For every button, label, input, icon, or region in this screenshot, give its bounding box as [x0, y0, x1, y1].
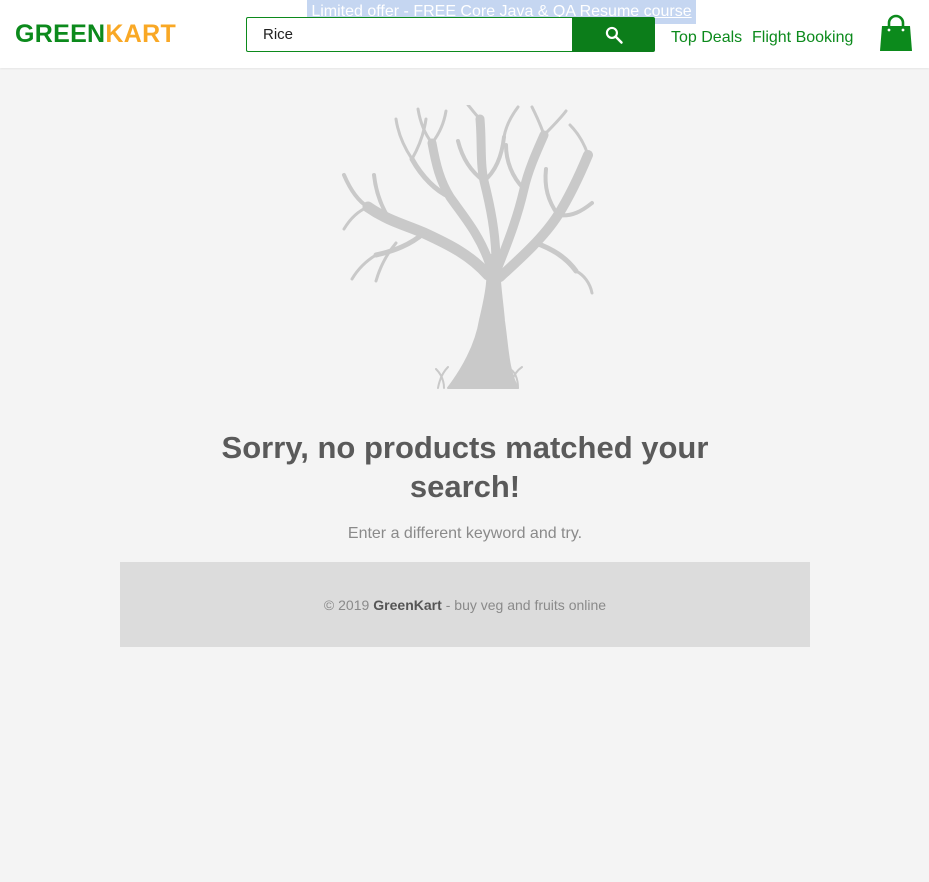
no-results-title: Sorry, no products matched your search! — [221, 430, 709, 504]
page: GREENKART Limited offer - FREE Core Java… — [0, 0, 929, 882]
logo-kart-text: KART — [105, 20, 177, 48]
shopping-bag-icon — [880, 14, 912, 51]
footer-copyright: © 2019 — [323, 596, 370, 613]
no-results-subtitle: Enter a different keyword and try. — [347, 525, 583, 542]
logo-green-text: GREEN — [15, 20, 106, 48]
cart-button[interactable] — [878, 14, 914, 52]
bare-tree-illustration — [340, 103, 594, 391]
search-input[interactable] — [246, 17, 573, 52]
footer-brand: GreenKart — [373, 596, 442, 613]
greenkart-logo[interactable]: GREENKART — [15, 20, 176, 48]
page-footer: © 2019 GreenKart - buy veg and fruits on… — [120, 562, 810, 647]
flight-booking-link[interactable]: Flight Booking — [752, 28, 853, 48]
search-button[interactable] — [572, 17, 655, 52]
top-header: GREENKART Limited offer - FREE Core Java… — [0, 0, 929, 68]
top-deals-link[interactable]: Top Deals — [671, 28, 742, 48]
footer-tagline: - buy veg and fruits online — [445, 596, 607, 613]
search-icon — [605, 26, 623, 44]
